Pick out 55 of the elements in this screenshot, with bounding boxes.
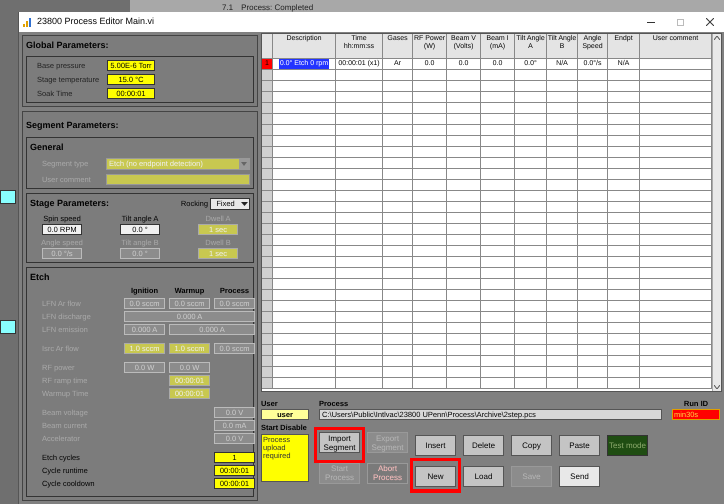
row-header[interactable]	[262, 191, 273, 201]
row-header[interactable]	[262, 268, 273, 278]
scrollbar[interactable]	[712, 34, 721, 391]
row-header[interactable]	[262, 246, 273, 256]
row-header[interactable]	[262, 290, 273, 300]
action-button[interactable]: Insert	[415, 435, 456, 456]
action-button[interactable]: Delete	[463, 435, 504, 456]
dropdown-arrow-icon	[239, 159, 249, 169]
row-header[interactable]	[262, 356, 273, 366]
row-header[interactable]	[262, 378, 273, 388]
action-button[interactable]: Import Segment	[319, 432, 360, 454]
row-header[interactable]	[262, 224, 273, 234]
row-header[interactable]	[262, 180, 273, 190]
row-header[interactable]	[262, 92, 273, 102]
row-header[interactable]	[262, 367, 273, 377]
row-header[interactable]	[262, 202, 273, 212]
scroll-up-icon[interactable]	[714, 36, 720, 40]
window-title: 23800 Process Editor Main.vi	[37, 15, 154, 28]
row-header[interactable]	[262, 312, 273, 322]
user-comment-field[interactable]	[106, 174, 250, 186]
row-header[interactable]	[262, 169, 273, 179]
panel-title: Global Parameters:	[26, 39, 110, 52]
row-header[interactable]	[262, 81, 273, 91]
close-icon[interactable]	[706, 18, 714, 26]
action-button[interactable]: Paste	[559, 435, 600, 456]
background-text: 7.1	[222, 3, 234, 12]
app-icon	[23, 18, 33, 26]
background-text: Process: Completed	[241, 3, 314, 12]
action-button[interactable]: Load	[463, 466, 504, 487]
group-title: Etch	[30, 271, 51, 284]
row-header[interactable]	[262, 279, 273, 289]
scroll-down-icon[interactable]	[714, 385, 720, 389]
row-header[interactable]	[262, 158, 273, 168]
background-panel	[0, 320, 16, 334]
row-header[interactable]	[262, 70, 273, 80]
row-header[interactable]	[262, 125, 273, 135]
maximize-icon[interactable]	[677, 18, 684, 26]
row-header[interactable]	[262, 334, 273, 344]
action-button[interactable]: Copy	[511, 435, 552, 456]
row-header[interactable]	[262, 147, 273, 157]
row-header[interactable]	[262, 103, 273, 113]
group-title: Stage Parameters:	[30, 197, 110, 210]
row-header[interactable]	[262, 323, 273, 333]
row-header[interactable]	[262, 345, 273, 355]
row-header[interactable]	[262, 301, 273, 311]
row-header[interactable]	[262, 257, 273, 267]
action-button[interactable]: New	[415, 466, 456, 487]
panel-title: Segment Parameters:	[26, 119, 120, 132]
action-button[interactable]: Send	[559, 466, 600, 487]
row-header[interactable]	[262, 213, 273, 223]
group-title: General	[30, 140, 65, 154]
row-header[interactable]	[262, 136, 273, 146]
row-header[interactable]	[262, 235, 273, 245]
background-panel	[0, 190, 16, 204]
row-header[interactable]	[262, 114, 273, 124]
